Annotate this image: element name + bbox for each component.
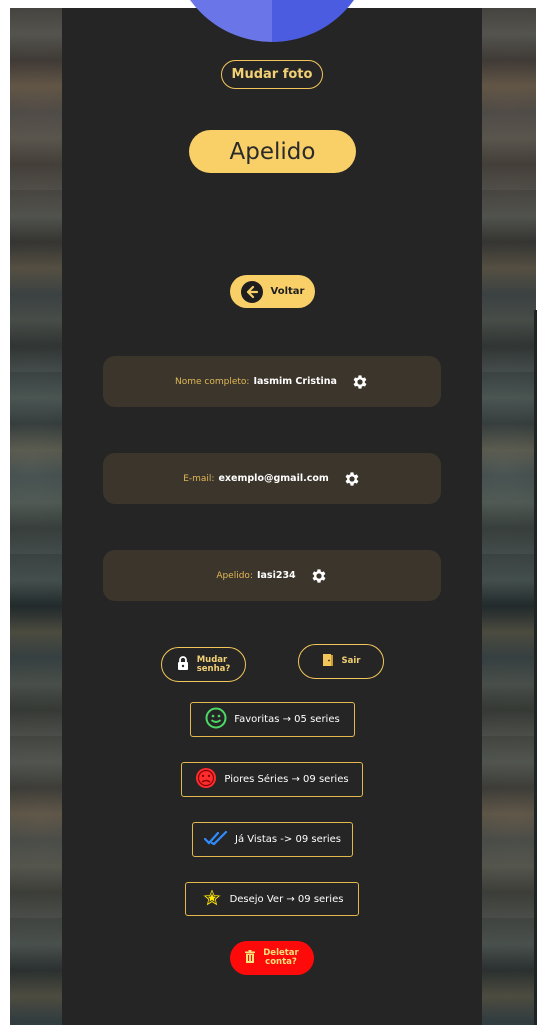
nickname-card: Apelido: Iasi234: [103, 550, 441, 601]
email-label: E-mail:: [183, 473, 215, 484]
delete-account-label: Deletar conta?: [263, 948, 299, 967]
change-photo-button[interactable]: Mudar foto: [221, 60, 323, 89]
avatar[interactable]: [171, 0, 373, 42]
watched-list-button[interactable]: Já Vistas -> 09 series: [192, 822, 353, 857]
smiley-face-icon: [205, 707, 227, 732]
change-password-button[interactable]: Mudar senha?: [161, 647, 246, 682]
sad-face-icon: [195, 767, 217, 792]
back-button[interactable]: Voltar: [230, 275, 315, 308]
watched-label: Já Vistas -> 09 series: [235, 834, 341, 845]
trash-icon: [245, 950, 256, 966]
full-name-label: Nome completo:: [175, 376, 250, 387]
full-name-card: Nome completo: Iasmim Cristina: [103, 356, 441, 407]
logout-label: Sair: [341, 656, 361, 666]
favorites-label: Favoritas → 05 series: [234, 714, 340, 725]
gear-icon[interactable]: [351, 373, 369, 391]
full-name-value: Iasmim Cristina: [253, 376, 337, 387]
wishlist-label: Desejo Ver → 09 series: [229, 893, 344, 905]
nickname-title: Apelido: [189, 130, 356, 173]
nickname-label: Apelido:: [216, 570, 253, 581]
logout-button[interactable]: Sair: [298, 644, 384, 679]
gear-icon[interactable]: [310, 567, 328, 585]
door-icon: [322, 653, 334, 670]
star-icon: [200, 886, 223, 912]
gear-icon[interactable]: [343, 470, 361, 488]
back-label: Voltar: [270, 286, 305, 297]
poster-background-right: [482, 8, 536, 1025]
change-password-label: Mudar senha?: [196, 654, 231, 674]
lock-icon: [177, 656, 189, 673]
avatar-image: [171, 0, 373, 42]
arrow-left-icon: [240, 280, 263, 303]
worst-series-label: Piores Séries → 09 series: [224, 774, 349, 785]
nickname-value: Iasi234: [256, 570, 296, 581]
poster-background-left: [10, 8, 62, 1025]
email-value: exemplo@gmail.com: [218, 473, 329, 484]
favorites-list-button[interactable]: Favoritas → 05 series: [190, 702, 355, 737]
wishlist-button[interactable]: Desejo Ver → 09 series: [185, 882, 359, 916]
double-check-icon: [203, 830, 228, 849]
email-card: E-mail: exemplo@gmail.com: [103, 453, 441, 504]
delete-account-button[interactable]: Deletar conta?: [230, 941, 314, 975]
worst-series-list-button[interactable]: Piores Séries → 09 series: [181, 762, 363, 797]
